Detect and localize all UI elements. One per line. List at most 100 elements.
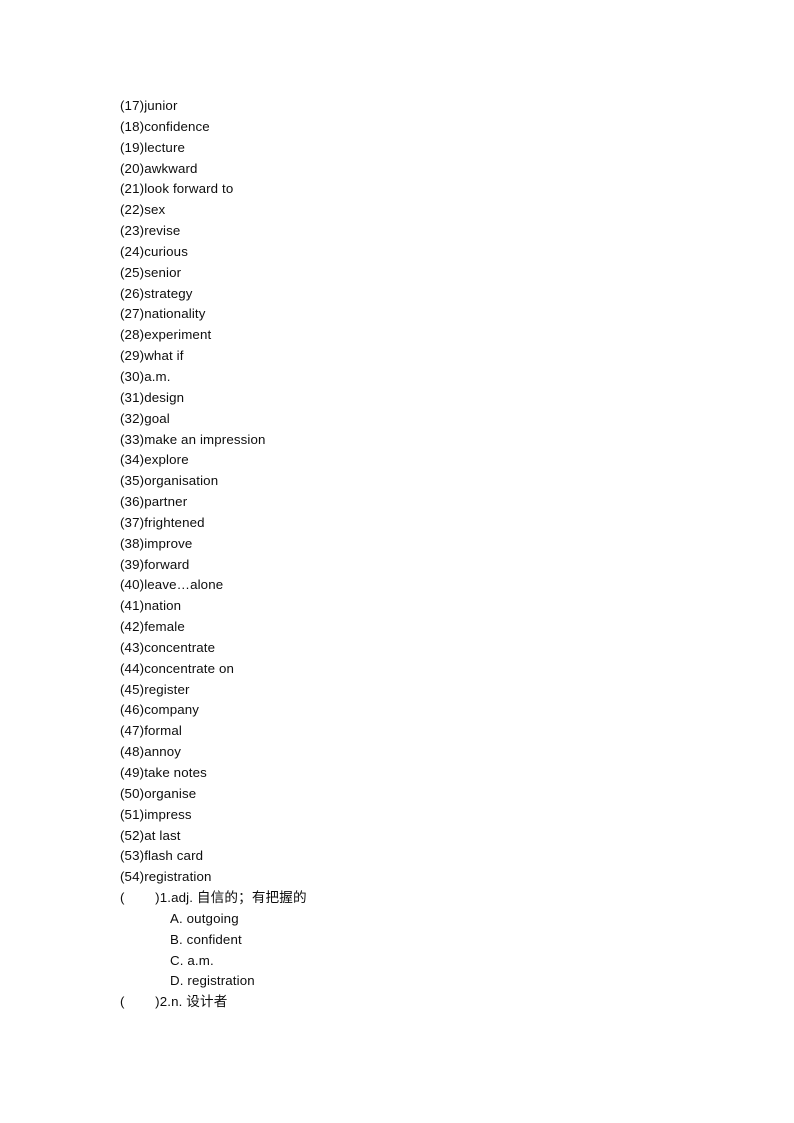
item-number: (42)	[120, 619, 145, 635]
list-item: (29)what if	[120, 346, 720, 367]
answer-blank[interactable]: ( )	[120, 994, 160, 1009]
item-number: (24)	[120, 243, 145, 259]
item-term: look forward to	[144, 181, 234, 197]
item-term: registration	[144, 869, 212, 885]
item-number: (20)	[120, 160, 145, 176]
item-term: improve	[144, 535, 193, 551]
item-number: (51)	[120, 806, 145, 822]
item-term: junior	[144, 98, 178, 113]
item-term: strategy	[144, 285, 193, 301]
question-block-1: ( )1.adj. 自信的；有把握的 A. outgoing B. confid…	[120, 888, 720, 992]
part-of-speech: n.	[171, 994, 183, 1010]
item-term: annoy	[144, 744, 182, 760]
list-item: (42)female	[120, 617, 720, 638]
item-term: register	[144, 681, 190, 697]
item-number: (34)	[120, 452, 145, 468]
item-term: concentrate on	[144, 660, 235, 676]
item-term: confidence	[144, 118, 210, 134]
list-item: (40)leave…alone	[120, 575, 720, 596]
list-item: (52)at last	[120, 826, 720, 847]
item-number: (45)	[120, 681, 145, 697]
item-number: (36)	[120, 494, 145, 510]
item-term: what if	[144, 348, 184, 364]
question-stem: ( )1.adj. 自信的；有把握的	[120, 888, 720, 909]
item-term: at last	[144, 827, 181, 843]
item-number: (31)	[120, 389, 145, 405]
item-term: flash card	[144, 848, 204, 864]
item-number: (35)	[120, 473, 145, 489]
list-item: (20)awkward	[120, 159, 720, 180]
item-term: make an impression	[144, 431, 266, 447]
list-item: (22)sex	[120, 200, 720, 221]
list-item: (27)nationality	[120, 304, 720, 325]
item-number: (21)	[120, 181, 145, 197]
question-number: 2.	[159, 994, 172, 1010]
list-item: (48)annoy	[120, 742, 720, 763]
list-item: (47)formal	[120, 721, 720, 742]
item-term: a.m.	[144, 368, 171, 384]
question-stem: ( )2.n. 设计者	[120, 992, 720, 1013]
item-number: (50)	[120, 785, 145, 801]
list-item: (53)flash card	[120, 846, 720, 867]
list-item: (23)revise	[120, 221, 720, 242]
item-number: (25)	[120, 264, 145, 280]
item-term: nationality	[144, 306, 206, 322]
item-number: (33)	[120, 431, 145, 447]
item-term: organise	[144, 785, 197, 801]
list-item: (35)organisation	[120, 471, 720, 492]
item-number: (28)	[120, 327, 145, 343]
list-item: (32)goal	[120, 409, 720, 430]
item-number: (44)	[120, 660, 145, 676]
item-term: design	[144, 389, 185, 405]
item-number: (53)	[120, 848, 145, 864]
item-term: experiment	[144, 327, 212, 343]
option-a[interactable]: A. outgoing	[120, 909, 720, 930]
list-item: (18)confidence	[120, 117, 720, 138]
option-c[interactable]: C. a.m.	[120, 951, 720, 972]
option-b[interactable]: B. confident	[120, 930, 720, 951]
item-number: (32)	[120, 410, 145, 426]
list-item: (37)frightened	[120, 513, 720, 534]
list-item: (39)forward	[120, 555, 720, 576]
list-item: (24)curious	[120, 242, 720, 263]
item-number: (47)	[120, 723, 145, 739]
item-term: take notes	[144, 765, 207, 780]
list-item: (30)a.m.	[120, 367, 720, 388]
item-term: frightened	[144, 514, 205, 530]
item-number: (19)	[120, 139, 145, 155]
item-number: (52)	[120, 827, 145, 843]
item-term: forward	[144, 556, 190, 572]
item-number: (17)	[120, 98, 145, 113]
list-item: (41)nation	[120, 596, 720, 617]
item-number: (38)	[120, 535, 145, 551]
question-prompt-chinese: 设计者	[186, 994, 228, 1011]
list-item: (33)make an impression	[120, 430, 720, 451]
answer-blank[interactable]: ( )	[120, 890, 160, 905]
item-term: impress	[144, 806, 192, 822]
item-number: (43)	[120, 639, 145, 655]
item-term: organisation	[144, 473, 219, 489]
item-number: (23)	[120, 223, 145, 239]
list-item: (44)concentrate on	[120, 659, 720, 680]
list-item: (26)strategy	[120, 284, 720, 305]
question-block-2: ( )2.n. 设计者	[120, 992, 720, 1013]
item-number: (39)	[120, 556, 145, 572]
item-term: formal	[144, 723, 182, 739]
vocabulary-list: (17)junior (18)confidence (19)lecture (2…	[120, 96, 720, 888]
list-item: (31)design	[120, 388, 720, 409]
item-term: senior	[144, 264, 182, 280]
item-term: goal	[144, 410, 170, 426]
option-d[interactable]: D. registration	[120, 971, 720, 992]
item-number: (30)	[120, 368, 145, 384]
list-item: (19)lecture	[120, 138, 720, 159]
item-number: (26)	[120, 285, 145, 301]
list-item: (28)experiment	[120, 325, 720, 346]
list-item: (25)senior	[120, 263, 720, 284]
item-number: (40)	[120, 577, 145, 593]
item-term: partner	[144, 494, 188, 510]
list-item: (51)impress	[120, 805, 720, 826]
list-item: (45)register	[120, 680, 720, 701]
list-item: (54)registration	[120, 867, 720, 888]
item-number: (49)	[120, 765, 145, 780]
item-number: (46)	[120, 702, 145, 718]
